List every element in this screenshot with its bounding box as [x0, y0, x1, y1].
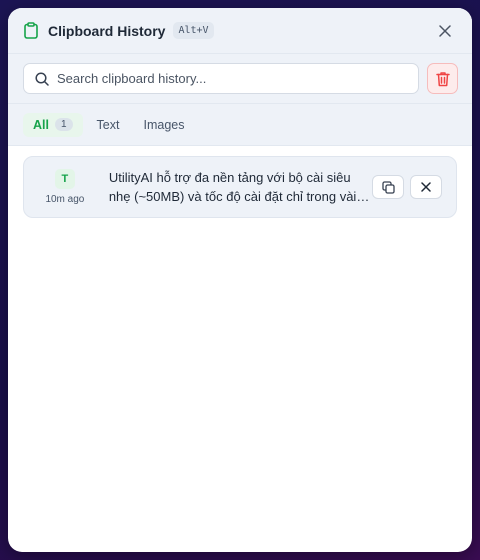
tab-images[interactable]: Images: [133, 113, 194, 137]
trash-icon: [435, 71, 450, 86]
clipboard-panel: Clipboard History Alt+V All: [8, 8, 472, 552]
delete-item-button[interactable]: [410, 175, 442, 199]
tab-label: All: [33, 117, 49, 132]
item-meta: T 10m ago: [36, 169, 94, 205]
copy-icon: [381, 180, 395, 194]
text-type-badge: T: [54, 169, 75, 189]
history-list: T 10m ago UtilityAI hỗ trợ đa nền tảng v…: [8, 146, 472, 228]
search-row: [8, 54, 472, 104]
item-content: UtilityAI hỗ trợ đa nền tảng với bộ cài …: [108, 170, 357, 204]
search-icon: [35, 71, 49, 86]
close-icon: [439, 24, 451, 37]
item-timestamp: 10m ago: [45, 194, 85, 205]
tab-text[interactable]: Text: [87, 113, 130, 137]
search-box[interactable]: [23, 63, 419, 94]
shortcut-badge: Alt+V: [173, 22, 214, 39]
close-icon: [421, 182, 431, 192]
item-actions: [372, 175, 442, 199]
history-item[interactable]: T 10m ago UtilityAI hỗ trợ đa nền tảng v…: [23, 156, 457, 218]
clipboard-icon: [22, 22, 40, 40]
copy-button[interactable]: [372, 175, 404, 199]
clear-history-button[interactable]: [427, 63, 458, 94]
search-input[interactable]: [57, 71, 418, 86]
panel-header: Clipboard History Alt+V: [8, 8, 472, 54]
filter-tabs: All 1 Text Images: [8, 104, 472, 146]
tab-label: Images: [143, 117, 185, 132]
panel-title: Clipboard History: [48, 22, 166, 39]
close-button[interactable]: [432, 18, 458, 44]
tab-label: Text: [96, 117, 120, 132]
tab-count-badge: 1: [54, 118, 73, 131]
tab-all[interactable]: All 1: [23, 112, 83, 137]
